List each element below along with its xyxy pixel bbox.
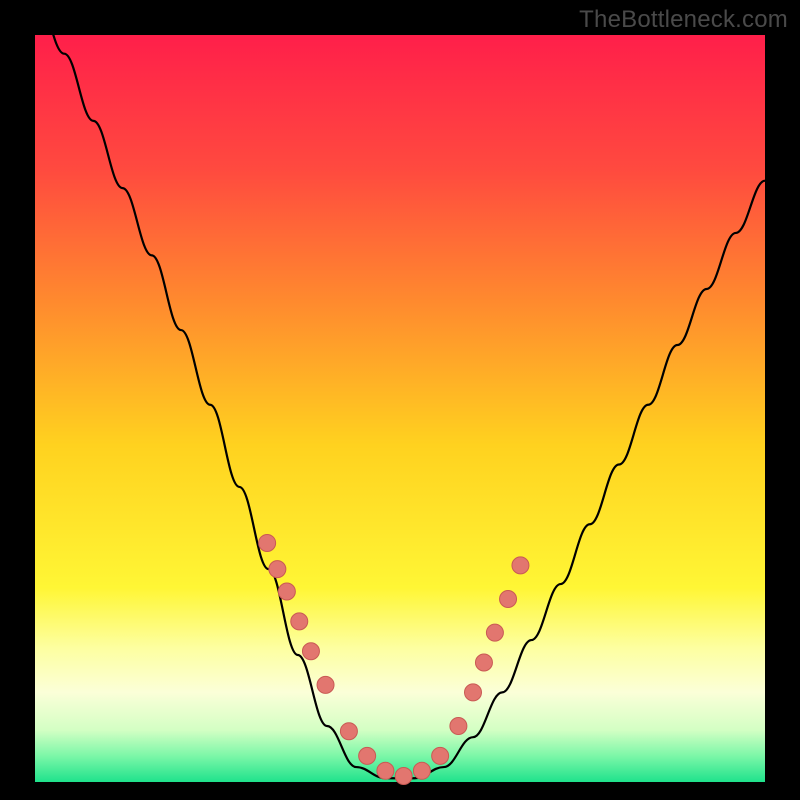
curve-dot	[500, 590, 517, 607]
watermark-text: TheBottleneck.com	[579, 6, 788, 34]
curve-dot	[413, 762, 430, 779]
curve-dot	[340, 723, 357, 740]
curve-dot	[486, 624, 503, 641]
curve-dot	[432, 747, 449, 764]
curve-dot	[512, 557, 529, 574]
curve-dot	[259, 534, 276, 551]
curve-dot	[475, 654, 492, 671]
curve-dot	[269, 561, 286, 578]
curve-dot	[359, 747, 376, 764]
curve-dot	[302, 643, 319, 660]
curve-dot	[278, 583, 295, 600]
curve-dot	[317, 676, 334, 693]
curve-dot	[291, 613, 308, 630]
curve-dots-group	[259, 534, 529, 784]
curve-dot	[377, 762, 394, 779]
chart-svg	[35, 35, 765, 782]
chart-plot-area	[35, 35, 765, 782]
curve-dot	[450, 717, 467, 734]
bottleneck-curve	[35, 0, 765, 778]
curve-dot	[465, 684, 482, 701]
chart-frame: TheBottleneck.com	[0, 0, 800, 800]
curve-dot	[395, 768, 412, 785]
